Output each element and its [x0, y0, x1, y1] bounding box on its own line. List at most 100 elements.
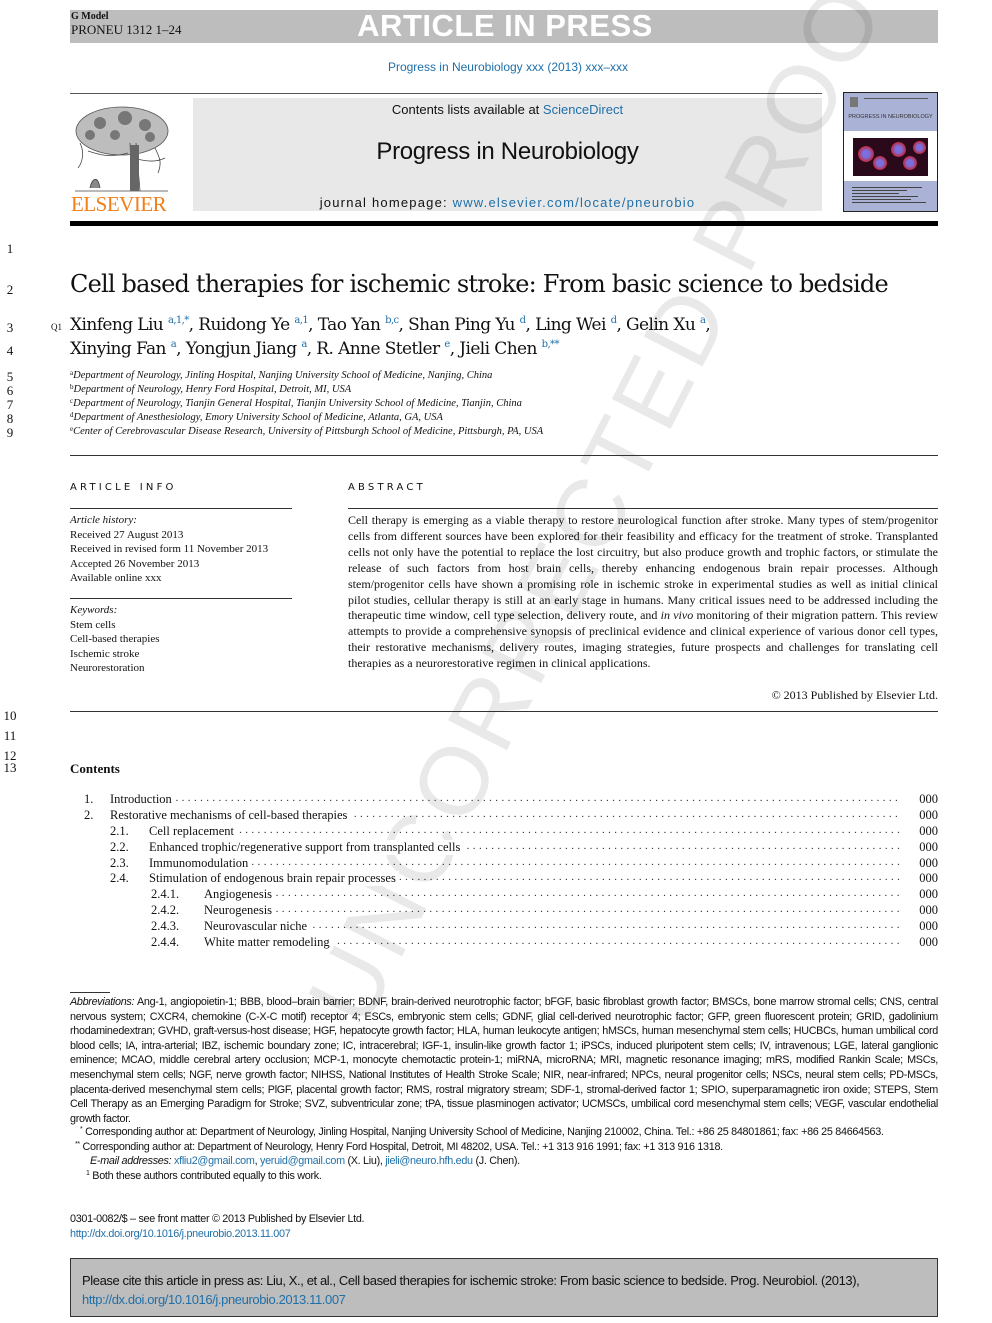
cover-title: PROGRESS IN NEUROBIOLOGY: [848, 114, 933, 120]
affiliation: bDepartment of Neurology, Henry Ford Hos…: [70, 383, 352, 396]
masthead-top-rule: [70, 93, 822, 94]
elsevier-tree-icon: [75, 106, 169, 192]
toc-title[interactable]: White matter remodeling: [204, 935, 333, 951]
email-link[interactable]: jieli@neuro.hfh.edu: [385, 1155, 473, 1167]
divider: [70, 455, 938, 456]
history-revised: Received in revised form 11 November 201…: [70, 543, 269, 555]
toc-leader-dots: ........................................…: [208, 919, 900, 932]
author-affiliation-link[interactable]: a,1,*: [168, 315, 189, 326]
front-matter-line: 0301-0082/$ – see front matter © 2013 Pu…: [70, 1213, 365, 1225]
affiliations: aDepartment of Neurology, Jinling Hospit…: [70, 369, 543, 439]
line-number: 9: [6, 425, 14, 440]
email-addresses: E-mail addresses: xfliu2@gmail.com, yeru…: [90, 1155, 520, 1168]
author-affiliation-link[interactable]: a,1: [294, 315, 308, 326]
toc-number: 2.: [84, 807, 94, 822]
affiliation: aDepartment of Neurology, Jinling Hospit…: [70, 369, 493, 382]
toc-number: 2.3.: [110, 855, 129, 870]
affiliation: dDepartment of Anesthesiology, Emory Uni…: [70, 411, 443, 424]
keyword: Ischemic stroke: [70, 647, 140, 660]
author: Gelin Xu a,: [626, 315, 711, 335]
cover-image: [853, 138, 928, 176]
line-number: 1: [6, 241, 14, 256]
toc-entry[interactable]: 2.4.2...................................…: [70, 903, 938, 919]
toc-entry[interactable]: 2.2.....................................…: [70, 839, 938, 856]
sciencedirect-link[interactable]: ScienceDirect: [543, 102, 623, 117]
toc-entry[interactable]: 2.4.1...................................…: [70, 887, 938, 903]
article-history: Article history: Received 27 August 2013…: [70, 513, 268, 586]
abstract-text: Cell therapy is emerging as a viable the…: [348, 513, 939, 671]
table-of-contents: 1.......................................…: [70, 792, 938, 951]
homepage-link[interactable]: www.elsevier.com/locate/pneurobio: [453, 195, 696, 210]
toc-number: 2.1.: [110, 823, 129, 838]
elsevier-logo: ELSEVIER: [70, 98, 175, 216]
toc-entry[interactable]: 2.4.3...................................…: [70, 919, 938, 935]
toc-page-number: 000: [919, 887, 938, 902]
masthead-bottom-rule: [70, 221, 938, 226]
toc-number: 1.: [84, 792, 94, 806]
keywords-label: Keywords:: [70, 604, 118, 616]
toc-title[interactable]: Cell replacement: [149, 823, 238, 839]
toc-title[interactable]: Restorative mechanisms of cell-based the…: [110, 807, 351, 823]
toc-entry[interactable]: 2.......................................…: [70, 807, 938, 824]
author-list: Xinfeng Liu a,1,*, Ruidong Ye a,1, Tao Y…: [70, 313, 950, 361]
toc-title[interactable]: Angiogenesis: [204, 887, 276, 903]
author-affiliation-link[interactable]: b,c: [385, 315, 399, 326]
author-affiliation-link[interactable]: b,**: [542, 339, 560, 350]
query-marker[interactable]: Q1: [51, 322, 62, 332]
toc-title[interactable]: Stimulation of endogenous brain repair p…: [149, 871, 399, 887]
keyword: Stem cells: [70, 618, 116, 631]
toc-title[interactable]: Immunomodulation: [149, 855, 252, 871]
line-number: 11: [3, 728, 17, 743]
toc-entry[interactable]: 2.4.4...................................…: [70, 935, 938, 951]
line-number: 13: [3, 760, 17, 775]
toc-title[interactable]: Introduction: [110, 792, 175, 807]
issn-block: 0301-0082/$ – see front matter © 2013 Pu…: [70, 1212, 365, 1242]
toc-number: 2.2.: [110, 839, 129, 854]
toc-leader-dots: ........................................…: [153, 855, 900, 868]
toc-leader-dots: ........................................…: [208, 887, 900, 900]
divider: [70, 508, 292, 509]
toc-number: 2.4.3.: [151, 919, 180, 934]
homepage-label: journal homepage:: [319, 195, 453, 210]
divider: [70, 598, 292, 599]
toc-entry[interactable]: 1.......................................…: [70, 792, 938, 808]
citation-doi-link[interactable]: http://dx.doi.org/10.1016/j.pneurobio.20…: [82, 1292, 346, 1307]
footnote-rule: [70, 992, 110, 993]
cover-text-lines: [852, 187, 930, 205]
toc-page-number: 000: [919, 839, 938, 854]
author: Jieli Chen b,**: [459, 339, 559, 359]
toc-entry[interactable]: 2.1.....................................…: [70, 823, 938, 840]
toc-entry[interactable]: 2.3.....................................…: [70, 855, 938, 872]
author: Xinying Fan a,: [70, 339, 186, 359]
toc-title[interactable]: Neurogenesis: [204, 903, 276, 919]
journal-cover-thumbnail: PROGRESS IN NEUROBIOLOGY: [843, 92, 938, 212]
line-number: 4: [6, 343, 14, 358]
email-link[interactable]: yeruid@gmail.com: [260, 1155, 345, 1167]
doi-link[interactable]: http://dx.doi.org/10.1016/j.pneurobio.20…: [70, 1228, 291, 1240]
toc-entry[interactable]: 2.4.....................................…: [70, 871, 938, 887]
line-number: 3: [6, 320, 14, 335]
toc-leader-dots: ........................................…: [114, 792, 900, 804]
author-footnotes: * Corresponding author at: Department of…: [70, 1125, 938, 1183]
history-accepted: Accepted 26 November 2013: [70, 557, 200, 570]
author: Shan Ping Yu d,: [408, 315, 536, 335]
toc-leader-dots: ........................................…: [153, 823, 900, 836]
toc-number: 2.4.2.: [151, 903, 180, 918]
toc-page-number: 000: [919, 807, 938, 822]
toc-title[interactable]: Enhanced trophic/regenerative support fr…: [149, 839, 464, 855]
author: R. Anne Stetler e,: [316, 339, 460, 359]
author: Xinfeng Liu a,1,*,: [70, 315, 199, 335]
cover-header-line: [864, 98, 928, 99]
abstract-copyright: © 2013 Published by Elsevier Ltd.: [771, 688, 938, 702]
corresponding-author-2: ** Corresponding author at: Department o…: [75, 1140, 723, 1153]
toc-number: 2.4.4.: [151, 935, 180, 950]
history-received: Received 27 August 2013: [70, 528, 184, 541]
email-link[interactable]: xfliu2@gmail.com: [174, 1155, 255, 1167]
toc-number: 2.4.1.: [151, 887, 180, 902]
toc-title[interactable]: Neurovascular niche: [204, 919, 311, 935]
publisher-wordmark: ELSEVIER: [71, 192, 167, 216]
keyword: Cell-based therapies: [70, 633, 160, 645]
toc-page-number: 000: [919, 919, 938, 934]
contents-heading: Contents: [70, 761, 120, 776]
toc-page-number: 000: [919, 792, 938, 806]
